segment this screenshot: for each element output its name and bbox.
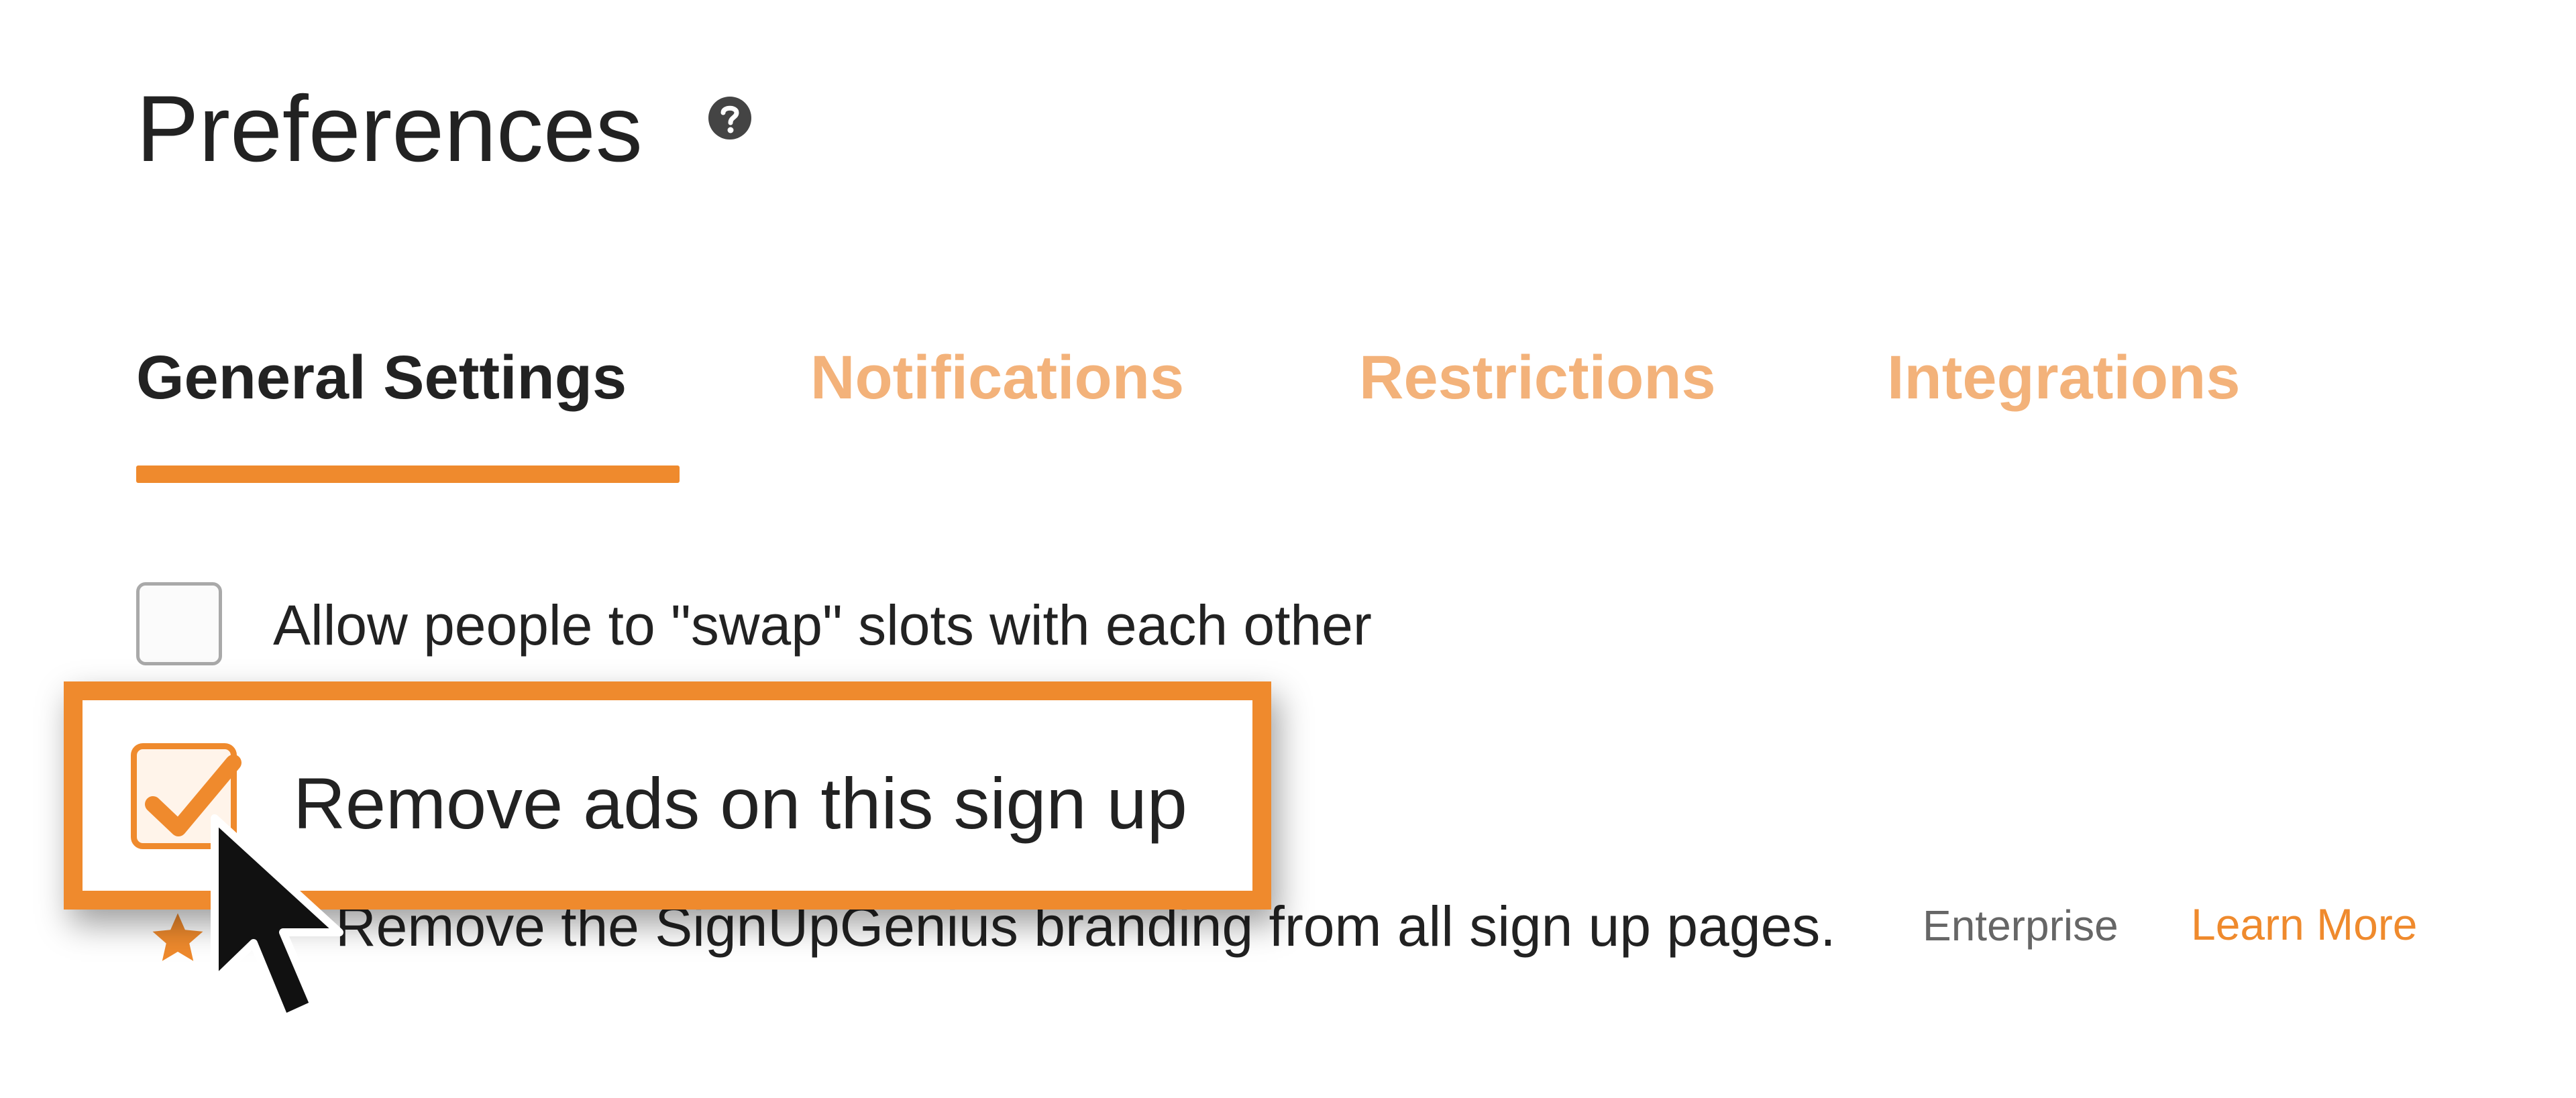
tab-general-settings[interactable]: General Settings <box>136 341 627 415</box>
tab-notifications[interactable]: Notifications <box>810 341 1184 415</box>
tab-integrations[interactable]: Integrations <box>1887 341 2240 415</box>
star-icon <box>148 908 208 969</box>
active-tab-indicator <box>136 465 680 483</box>
swap-slots-checkbox[interactable] <box>136 582 222 665</box>
learn-more-link[interactable]: Learn More <box>2191 897 2418 951</box>
arrow-cursor-icon <box>201 805 376 1046</box>
enterprise-badge: Enterprise <box>1923 901 2118 950</box>
tab-restrictions[interactable]: Restrictions <box>1359 341 1716 415</box>
page-title: Preferences <box>136 76 643 181</box>
question-circle-icon[interactable] <box>707 95 753 141</box>
swap-slots-label: Allow people to "swap" slots with each o… <box>273 594 1372 657</box>
remove-ads-label: Remove ads on this sign up <box>293 763 1187 844</box>
